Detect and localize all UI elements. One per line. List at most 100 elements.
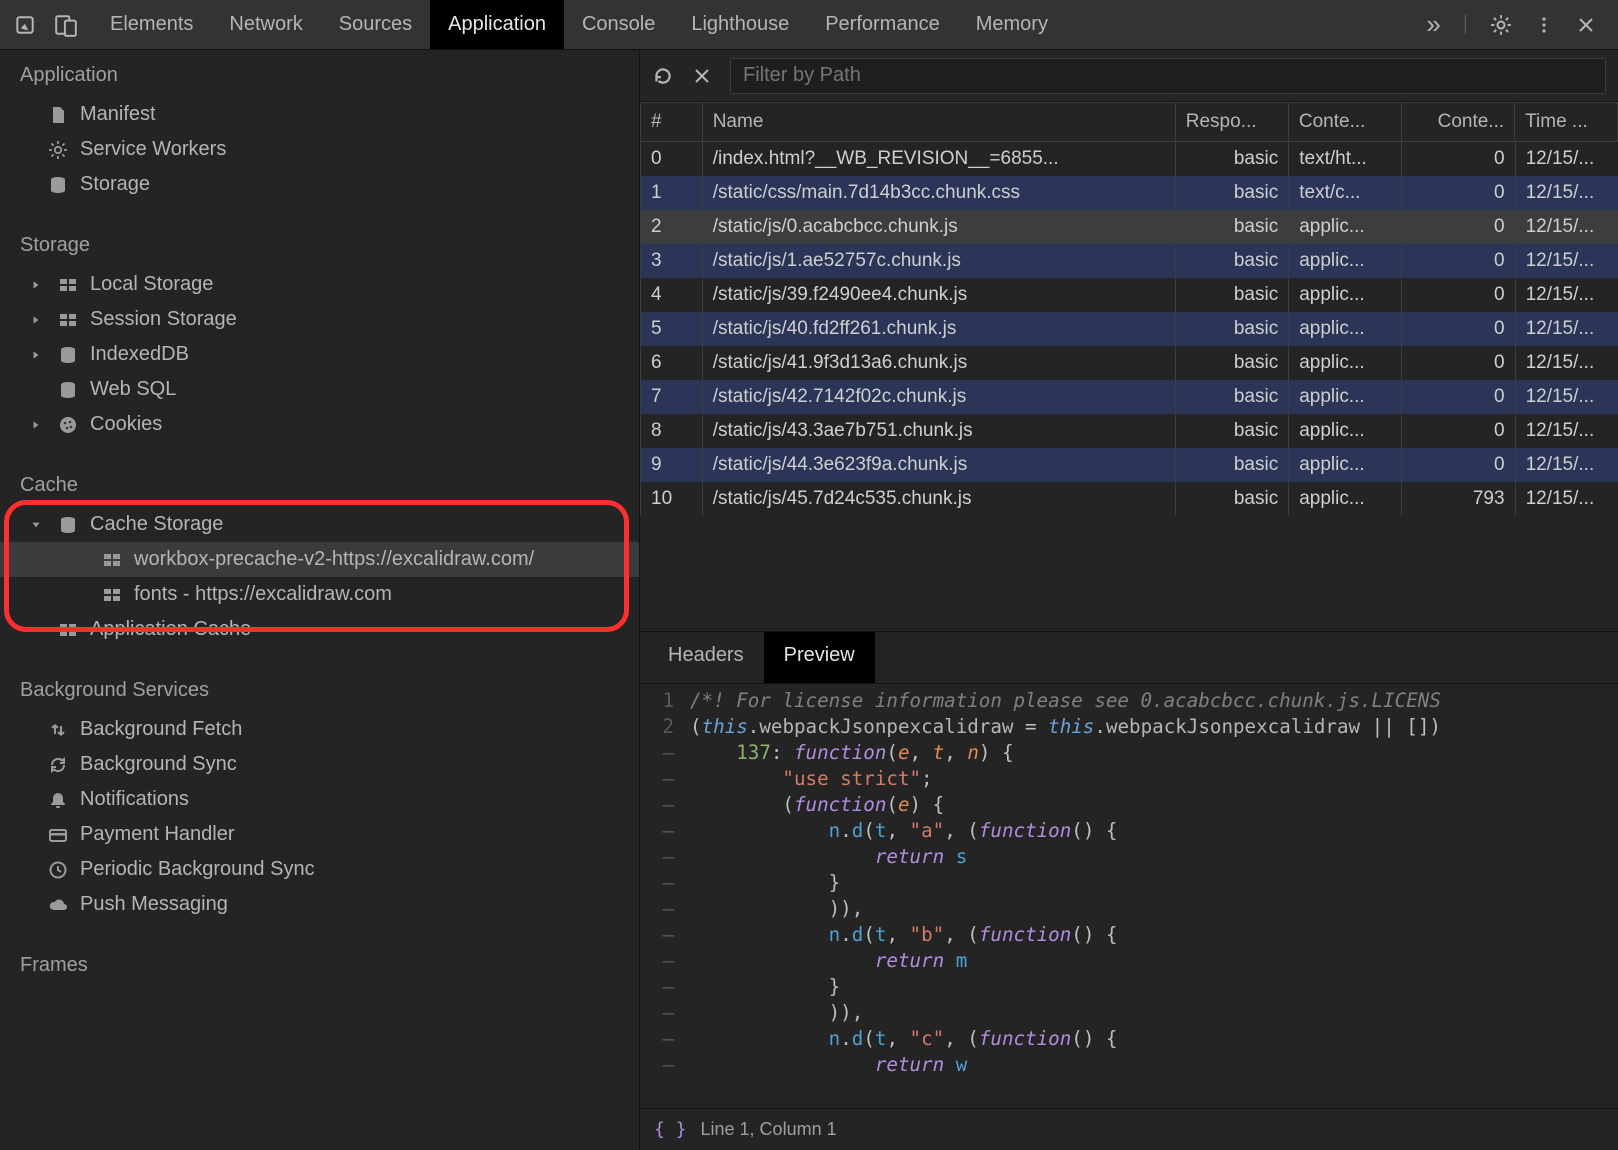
table-header[interactable]: Respo... xyxy=(1175,103,1288,142)
sidebar-item[interactable]: fonts - https://excalidraw.com xyxy=(0,577,639,612)
section-heading-storage: Storage xyxy=(0,220,639,267)
detail-tab-preview[interactable]: Preview xyxy=(764,632,875,683)
device-toggle-icon[interactable] xyxy=(54,13,78,37)
table-row[interactable]: 0/index.html?__WB_REVISION__=6855...basi… xyxy=(641,142,1618,176)
table-row[interactable]: 1/static/css/main.7d14b3cc.chunk.cssbasi… xyxy=(641,176,1618,210)
status-bar: { } Line 1, Column 1 xyxy=(640,1108,1618,1150)
preview-code-area: 12––––––––––––– /*! For license informat… xyxy=(640,684,1618,1108)
sidebar-item-label: Service Workers xyxy=(80,138,226,161)
database-icon xyxy=(56,380,80,400)
table-row[interactable]: 10/static/js/45.7d24c535.chunk.jsbasicap… xyxy=(641,482,1618,516)
updown-icon xyxy=(46,720,70,740)
sidebar-item[interactable]: Storage xyxy=(0,167,639,202)
response-detail-tabs: HeadersPreview xyxy=(640,632,1618,684)
settings-gear-icon[interactable] xyxy=(1490,14,1512,36)
caret-right-icon[interactable] xyxy=(30,349,46,361)
devtools-tab-network[interactable]: Network xyxy=(211,0,320,49)
table-header[interactable]: # xyxy=(641,103,703,142)
sidebar-item-label: workbox-precache-v2-https://excalidraw.c… xyxy=(134,548,534,571)
sidebar-item[interactable]: Manifest xyxy=(0,97,639,132)
sidebar-item[interactable]: Local Storage xyxy=(0,267,639,302)
sidebar-item-label: Push Messaging xyxy=(80,893,228,916)
content-toolbar xyxy=(640,50,1618,102)
inspect-icon[interactable] xyxy=(14,14,36,36)
clock-icon xyxy=(46,860,70,880)
gear-icon xyxy=(46,140,70,160)
database-icon xyxy=(46,175,70,195)
card-icon xyxy=(46,825,70,845)
pretty-print-icon[interactable]: { } xyxy=(654,1119,687,1140)
table-row[interactable]: 4/static/js/39.f2490ee4.chunk.jsbasicapp… xyxy=(641,278,1618,312)
detail-tab-headers[interactable]: Headers xyxy=(648,632,764,683)
sidebar-item[interactable]: Web SQL xyxy=(0,372,639,407)
grid-icon xyxy=(100,550,124,570)
sidebar-item-label: Cookies xyxy=(90,413,162,436)
cache-entries-table: #NameRespo...Conte...Conte...Time ... xyxy=(640,102,1618,142)
database-icon xyxy=(56,345,80,365)
caret-right-icon[interactable] xyxy=(30,419,46,431)
sidebar-item[interactable]: Cookies xyxy=(0,407,639,442)
sidebar-item[interactable]: Application Cache xyxy=(0,612,639,647)
table-row[interactable]: 6/static/js/41.9f3d13a6.chunk.jsbasicapp… xyxy=(641,346,1618,380)
sidebar-item-label: Background Fetch xyxy=(80,718,242,741)
cursor-position: Line 1, Column 1 xyxy=(701,1119,837,1140)
table-row[interactable]: 5/static/js/40.fd2ff261.chunk.jsbasicapp… xyxy=(641,312,1618,346)
database-icon xyxy=(56,515,80,535)
sidebar-item-label: IndexedDB xyxy=(90,343,189,366)
close-devtools-icon[interactable] xyxy=(1576,15,1596,35)
table-header[interactable]: Conte... xyxy=(1402,103,1515,142)
sidebar-item[interactable]: Push Messaging xyxy=(0,887,639,922)
line-gutter: 12––––––––––––– xyxy=(640,684,680,1108)
bell-icon xyxy=(46,790,70,810)
sidebar-item[interactable]: Service Workers xyxy=(0,132,639,167)
sidebar-item-label: Storage xyxy=(80,173,150,196)
caret-right-icon[interactable] xyxy=(30,279,46,291)
sidebar-item-label: Cache Storage xyxy=(90,513,223,536)
table-row[interactable]: 8/static/js/43.3ae7b751.chunk.jsbasicapp… xyxy=(641,414,1618,448)
more-tabs-icon[interactable]: » xyxy=(1426,9,1440,40)
caret-right-icon[interactable] xyxy=(30,314,46,326)
devtools-tab-performance[interactable]: Performance xyxy=(807,0,958,49)
sidebar-item-label: Payment Handler xyxy=(80,823,235,846)
filter-by-path-input[interactable] xyxy=(730,58,1606,94)
sidebar-item-label: Manifest xyxy=(80,103,156,126)
table-row[interactable]: 9/static/js/44.3e623f9a.chunk.jsbasicapp… xyxy=(641,448,1618,482)
sidebar-item[interactable]: workbox-precache-v2-https://excalidraw.c… xyxy=(0,542,639,577)
menu-dots-icon[interactable] xyxy=(1534,15,1554,35)
table-header[interactable]: Time ... xyxy=(1515,103,1618,142)
sidebar-item[interactable]: Cache Storage xyxy=(0,507,639,542)
sidebar-item-label: Background Sync xyxy=(80,753,237,776)
grid-icon xyxy=(56,275,80,295)
table-row[interactable]: 3/static/js/1.ae52757c.chunk.jsbasicappl… xyxy=(641,244,1618,278)
sidebar-item[interactable]: Notifications xyxy=(0,782,639,817)
grid-icon xyxy=(100,585,124,605)
table-row[interactable]: 7/static/js/42.7142f02c.chunk.jsbasicapp… xyxy=(641,380,1618,414)
table-header[interactable]: Name xyxy=(702,103,1175,142)
clear-icon[interactable] xyxy=(692,66,712,86)
section-heading-application: Application xyxy=(0,50,639,97)
devtools-tab-elements[interactable]: Elements xyxy=(92,0,211,49)
devtools-tab-lighthouse[interactable]: Lighthouse xyxy=(673,0,807,49)
sidebar-item[interactable]: Session Storage xyxy=(0,302,639,337)
sidebar-item[interactable]: Payment Handler xyxy=(0,817,639,852)
devtools-tab-console[interactable]: Console xyxy=(564,0,673,49)
devtools-tab-sources[interactable]: Sources xyxy=(321,0,430,49)
sidebar-item[interactable]: Background Sync xyxy=(0,747,639,782)
section-heading-frames: Frames xyxy=(0,940,639,987)
sidebar-item[interactable]: IndexedDB xyxy=(0,337,639,372)
table-header[interactable]: Conte... xyxy=(1288,103,1401,142)
code-preview[interactable]: /*! For license information please see 0… xyxy=(680,684,1618,1108)
cache-storage-detail-panel: #NameRespo...Conte...Conte...Time ... 0/… xyxy=(640,50,1618,1150)
caret-down-icon[interactable] xyxy=(30,519,46,531)
cloud-icon xyxy=(46,895,70,915)
grid-icon xyxy=(56,310,80,330)
sidebar-item[interactable]: Background Fetch xyxy=(0,712,639,747)
reload-icon[interactable] xyxy=(652,65,674,87)
sidebar-item[interactable]: Periodic Background Sync xyxy=(0,852,639,887)
devtools-tab-memory[interactable]: Memory xyxy=(958,0,1066,49)
table-row[interactable]: 2/static/js/0.acabcbcc.chunk.jsbasicappl… xyxy=(641,210,1618,244)
sidebar-item-label: fonts - https://excalidraw.com xyxy=(134,583,392,606)
sidebar-item-label: Session Storage xyxy=(90,308,237,331)
devtools-tab-application[interactable]: Application xyxy=(430,0,564,49)
file-icon xyxy=(46,105,70,125)
